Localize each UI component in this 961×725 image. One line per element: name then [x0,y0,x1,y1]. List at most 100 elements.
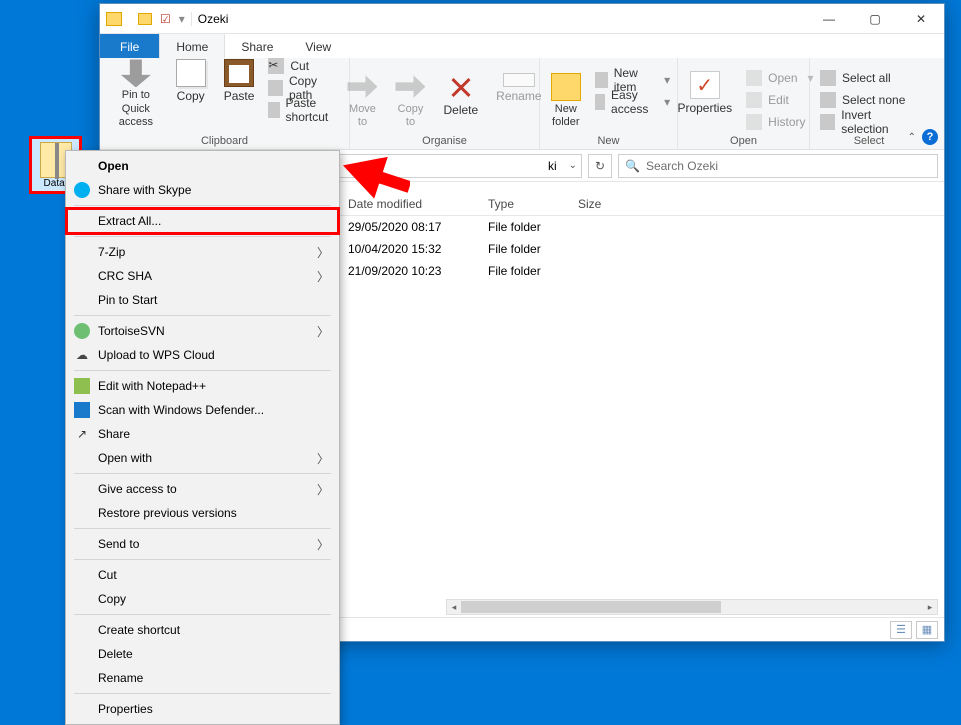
rename-icon [503,73,535,87]
tab-view[interactable]: View [289,34,347,58]
invert-selection-button[interactable]: Invert selection [816,111,922,133]
copy-button[interactable]: Copy [168,55,214,107]
column-size[interactable]: Size [578,197,638,211]
folder-icon [106,12,122,26]
move-to-button[interactable]: Move to [339,69,385,133]
select-none-icon [820,92,836,108]
move-icon [347,73,377,101]
chevron-right-icon: 〉 [317,481,329,498]
copy-to-button[interactable]: Copy to [387,69,433,133]
ctx-rename[interactable]: Rename [68,666,337,690]
new-folder-button[interactable]: New folder [543,69,589,133]
file-date: 21/09/2020 10:23 [348,264,488,278]
chevron-down-icon[interactable]: ⌄ [569,160,577,171]
properties-button[interactable]: Properties [669,67,740,133]
file-type: File folder [488,264,578,278]
scroll-thumb[interactable] [461,601,721,613]
tab-share[interactable]: Share [225,34,289,58]
ctx-open[interactable]: Open [68,154,337,178]
ctx-give-access[interactable]: Give access to〉 [68,477,337,501]
ctx-tortoise[interactable]: TortoiseSVN〉 [68,319,337,343]
scissors-icon: ✂ [268,58,284,74]
new-item-icon [595,72,608,88]
ctx-share-skype[interactable]: Share with Skype [68,178,337,202]
maximize-button[interactable]: ▢ [852,4,898,34]
file-type: File folder [488,220,578,234]
paste-shortcut-icon [268,102,279,118]
cloud-icon: ☁ [74,347,90,363]
delete-button[interactable]: Delete [435,69,486,133]
copy-path-icon [268,80,283,96]
ctx-create-shortcut[interactable]: Create shortcut [68,618,337,642]
details-view-button[interactable]: ☰ [890,621,912,639]
ctx-extract-all[interactable]: Extract All... [68,209,337,233]
minimize-button[interactable]: — [806,4,852,34]
window-title: Ozeki [198,12,229,26]
ctx-properties[interactable]: Properties [68,697,337,721]
help-icon[interactable]: ? [922,129,938,145]
tab-file[interactable]: File [100,34,159,58]
open-button[interactable]: Open▾ [742,67,817,89]
chevron-right-icon: 〉 [317,244,329,261]
file-date: 10/04/2020 15:32 [348,242,488,256]
properties-icon [690,71,720,99]
chevron-right-icon: 〉 [317,450,329,467]
pin-icon [121,59,151,87]
open-icon [746,70,762,86]
ctx-defender[interactable]: Scan with Windows Defender... [68,398,337,422]
qat-open-icon[interactable] [138,13,152,25]
ctx-notepadpp[interactable]: Edit with Notepad++ [68,374,337,398]
copy-icon [176,59,206,87]
collapse-ribbon-icon[interactable]: ⌃ [908,132,916,143]
titlebar: ☑ ▾ Ozeki — ▢ ✕ [100,4,944,34]
qat-dropdown-icon[interactable]: ▾ [179,12,185,26]
icons-view-button[interactable]: ▦ [916,621,938,639]
ctx-copy[interactable]: Copy [68,587,337,611]
ctx-crc-sha[interactable]: CRC SHA〉 [68,264,337,288]
select-all-icon [820,70,836,86]
column-type[interactable]: Type [488,197,578,211]
ctx-restore[interactable]: Restore previous versions [68,501,337,525]
tab-home[interactable]: Home [159,34,225,58]
notepad-icon [74,378,90,394]
ctx-delete[interactable]: Delete [68,642,337,666]
refresh-button[interactable]: ↻ [588,154,612,178]
invert-selection-icon [820,114,835,130]
skype-icon [74,182,90,198]
file-type: File folder [488,242,578,256]
tortoise-icon [74,323,90,339]
edit-button[interactable]: Edit [742,89,817,111]
ctx-open-with[interactable]: Open with〉 [68,446,337,470]
easy-access-button[interactable]: Easy access▾ [591,91,674,113]
ribbon: Pin to Quick access Copy Paste ✂Cut Copy… [100,58,944,150]
quick-access-toolbar: ☑ ▾ [132,12,192,26]
select-all-button[interactable]: Select all [816,67,895,89]
edit-icon [746,92,762,108]
ctx-send-to[interactable]: Send to〉 [68,532,337,556]
search-placeholder: Search Ozeki [646,159,718,173]
ctx-cut[interactable]: Cut [68,563,337,587]
qat-checkbox-icon[interactable]: ☑ [160,12,171,26]
copy-to-icon [395,73,425,101]
history-button[interactable]: History [742,111,817,133]
horizontal-scrollbar[interactable]: ◂ ▸ [446,599,938,615]
close-button[interactable]: ✕ [898,4,944,34]
paste-shortcut-button[interactable]: Paste shortcut [264,99,343,121]
ribbon-tabs: File Home Share View [100,34,944,58]
desktop-icon-label: Data. [44,178,68,189]
pin-quick-access-button[interactable]: Pin to Quick access [106,55,166,133]
ctx-share[interactable]: ↗Share [68,422,337,446]
search-input[interactable]: 🔍 Search Ozeki [618,154,938,178]
history-icon [746,114,762,130]
ctx-7zip[interactable]: 7-Zip〉 [68,240,337,264]
share-icon: ↗ [74,426,90,442]
clipboard-icon [224,59,254,87]
scroll-left-icon[interactable]: ◂ [447,600,461,614]
ctx-pin-start[interactable]: Pin to Start [68,288,337,312]
shield-icon [74,402,90,418]
paste-button[interactable]: Paste [216,55,263,107]
scroll-right-icon[interactable]: ▸ [923,600,937,614]
delete-icon [446,73,476,101]
ctx-wps[interactable]: ☁Upload to WPS Cloud [68,343,337,367]
column-date[interactable]: Date modified [348,197,488,211]
